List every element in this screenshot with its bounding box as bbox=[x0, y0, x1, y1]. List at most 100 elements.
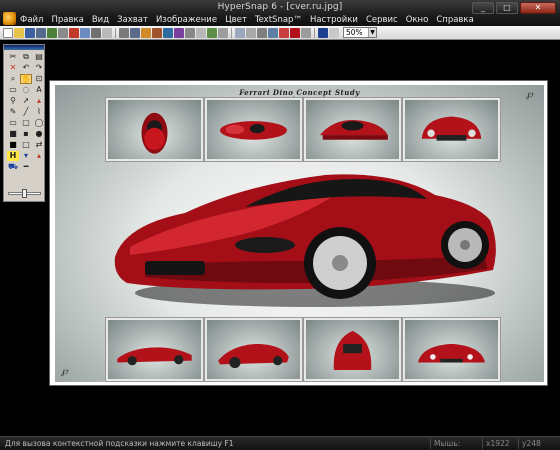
menu-service[interactable]: Сервис bbox=[362, 14, 402, 26]
export-icon[interactable] bbox=[69, 27, 79, 38]
print-preview-icon[interactable] bbox=[58, 27, 68, 38]
mail-icon[interactable] bbox=[102, 27, 112, 38]
menu-view[interactable]: Вид bbox=[88, 14, 113, 26]
line-width-icon[interactable]: ━ bbox=[20, 162, 32, 172]
window-controls: _ □ ✕ bbox=[472, 2, 556, 14]
delete-icon[interactable]: ✕ bbox=[7, 63, 19, 73]
crop-icon[interactable]: ⊡ bbox=[33, 74, 45, 84]
line-width-slider[interactable] bbox=[8, 189, 41, 198]
filled-rect-icon[interactable]: ■ bbox=[7, 129, 19, 139]
crop-icon[interactable] bbox=[257, 27, 267, 38]
highlight-icon[interactable]: H bbox=[7, 151, 19, 161]
eyedropper-icon[interactable]: ⚲ bbox=[7, 96, 19, 106]
outline-color-icon[interactable]: □ bbox=[20, 140, 32, 150]
rotate-icon[interactable] bbox=[279, 27, 289, 38]
menu-edit[interactable]: Правка bbox=[47, 14, 87, 26]
mirror-icon[interactable] bbox=[290, 27, 300, 38]
paste-icon[interactable]: ▤ bbox=[33, 52, 45, 62]
toolbar-separator bbox=[314, 27, 315, 38]
chevron-down-icon[interactable]: ▼ bbox=[368, 28, 376, 37]
scissors-icon[interactable]: ✂ bbox=[7, 52, 19, 62]
zoom-value: 50% bbox=[346, 28, 363, 37]
send-icon[interactable] bbox=[80, 27, 90, 38]
menu-settings[interactable]: Настройки bbox=[306, 14, 362, 26]
palette-tools: ✂ ⧉ ▤ ✕ ↶ ↷ ⌕ ✋ ⊡ ▭ ◌ A ⚲ ➚ ▴ ✎ ╱ ⌇ ▭ ▢ ◯ ■ ▪ ● ■ □ ⇄ H ▾ ▴ ⛟ ━ bbox=[4, 50, 44, 172]
status-mouse-y: y248 bbox=[518, 438, 558, 449]
thumbnail-car-rear-three-quarter bbox=[205, 318, 302, 381]
swap-color-icon[interactable]: ⇄ bbox=[33, 140, 45, 150]
print-icon[interactable] bbox=[91, 27, 101, 38]
save-icon[interactable] bbox=[25, 27, 35, 38]
text-icon[interactable]: A bbox=[33, 85, 45, 95]
capture-extended-icon[interactable] bbox=[196, 27, 206, 38]
capture-button-icon[interactable] bbox=[152, 27, 162, 38]
capture-screen-icon[interactable] bbox=[119, 27, 129, 38]
help-pointer-icon[interactable] bbox=[318, 27, 328, 38]
capture-repeat-icon[interactable] bbox=[207, 27, 217, 38]
thumbnail-car-top-view bbox=[106, 98, 203, 161]
thumbnail-car-rear-top bbox=[304, 98, 401, 161]
pencil-icon[interactable]: ✎ bbox=[7, 107, 19, 117]
capture-active-icon[interactable] bbox=[163, 27, 173, 38]
capture-multi-icon[interactable] bbox=[218, 27, 228, 38]
rect-select-icon[interactable]: ▭ bbox=[7, 85, 19, 95]
rounded-rect-icon[interactable]: ▢ bbox=[20, 118, 32, 128]
copy-icon[interactable] bbox=[235, 27, 245, 38]
hand-icon[interactable]: ✋ bbox=[20, 74, 32, 84]
menu-color[interactable]: Цвет bbox=[221, 14, 251, 26]
copy-icon[interactable]: ⧉ bbox=[20, 52, 32, 62]
line-icon[interactable]: ╱ bbox=[20, 107, 32, 117]
fill-color-icon[interactable]: ■ bbox=[7, 140, 19, 150]
signature-mark-top: ℘ bbox=[526, 89, 533, 100]
spray-icon[interactable]: ▾ bbox=[20, 151, 32, 161]
slider-handle[interactable] bbox=[22, 189, 27, 198]
close-button[interactable]: ✕ bbox=[520, 2, 556, 14]
maximize-button[interactable]: □ bbox=[496, 2, 518, 14]
status-hint: Для вызова контекстной подсказки нажмите… bbox=[5, 439, 234, 448]
effects-icon[interactable] bbox=[301, 27, 311, 38]
ellipse-icon[interactable]: ◯ bbox=[33, 118, 45, 128]
status-mouse-x: x1922 bbox=[482, 438, 517, 449]
image-icon[interactable] bbox=[47, 27, 57, 38]
capture-scroll-icon[interactable] bbox=[185, 27, 195, 38]
status-mouse-label: Мышь: bbox=[430, 438, 480, 449]
capture-free-icon[interactable] bbox=[174, 27, 184, 38]
main-toolbar: 50% ▼ bbox=[0, 26, 560, 40]
blank-icon[interactable] bbox=[33, 162, 45, 172]
thumbnail-car-profile bbox=[106, 318, 203, 381]
capture-region-icon[interactable] bbox=[141, 27, 151, 38]
menu-capture[interactable]: Захват bbox=[113, 14, 152, 26]
filled-ellipse-icon[interactable]: ● bbox=[33, 129, 45, 139]
select-icon[interactable] bbox=[329, 27, 339, 38]
capture-window-icon[interactable] bbox=[130, 27, 140, 38]
hypersnap-app-icon[interactable] bbox=[3, 12, 16, 25]
paste-icon[interactable] bbox=[246, 27, 256, 38]
resize-icon[interactable] bbox=[268, 27, 278, 38]
menu-textsnap[interactable]: TextSnap™ bbox=[251, 14, 306, 26]
lasso-icon[interactable]: ◌ bbox=[20, 85, 32, 95]
undo-icon[interactable]: ↶ bbox=[20, 63, 32, 73]
brush-icon[interactable]: ⌇ bbox=[33, 107, 45, 117]
rect-icon[interactable]: ▭ bbox=[7, 118, 19, 128]
open-icon[interactable] bbox=[14, 27, 24, 38]
filled-rounded-icon[interactable]: ▪ bbox=[20, 129, 32, 139]
thumbnail-car-rear bbox=[403, 318, 500, 381]
menu-file[interactable]: Файл bbox=[16, 14, 47, 26]
image-canvas[interactable]: Ferrari Dino Concept Study by Cver team bbox=[49, 80, 548, 386]
stamp2-icon[interactable]: ▴ bbox=[33, 151, 45, 161]
minimize-button[interactable]: _ bbox=[472, 2, 494, 14]
menu-help[interactable]: Справка bbox=[432, 14, 477, 26]
save-all-icon[interactable] bbox=[36, 27, 46, 38]
pointer-icon[interactable]: ➚ bbox=[20, 96, 32, 106]
new-icon[interactable] bbox=[3, 27, 13, 38]
main-car-illustration bbox=[114, 174, 496, 307]
toolbar-separator bbox=[231, 27, 232, 38]
redo-icon[interactable]: ↷ bbox=[33, 63, 45, 73]
menu-image[interactable]: Изображение bbox=[152, 14, 221, 26]
car-icon[interactable]: ⛟ bbox=[7, 162, 19, 172]
stamp-icon[interactable]: ▴ bbox=[33, 96, 45, 106]
zoom-icon[interactable]: ⌕ bbox=[7, 74, 19, 84]
menu-window[interactable]: Окно bbox=[402, 14, 433, 26]
zoom-select[interactable]: 50% ▼ bbox=[343, 27, 377, 38]
thumbnail-car-side-top bbox=[205, 98, 302, 161]
